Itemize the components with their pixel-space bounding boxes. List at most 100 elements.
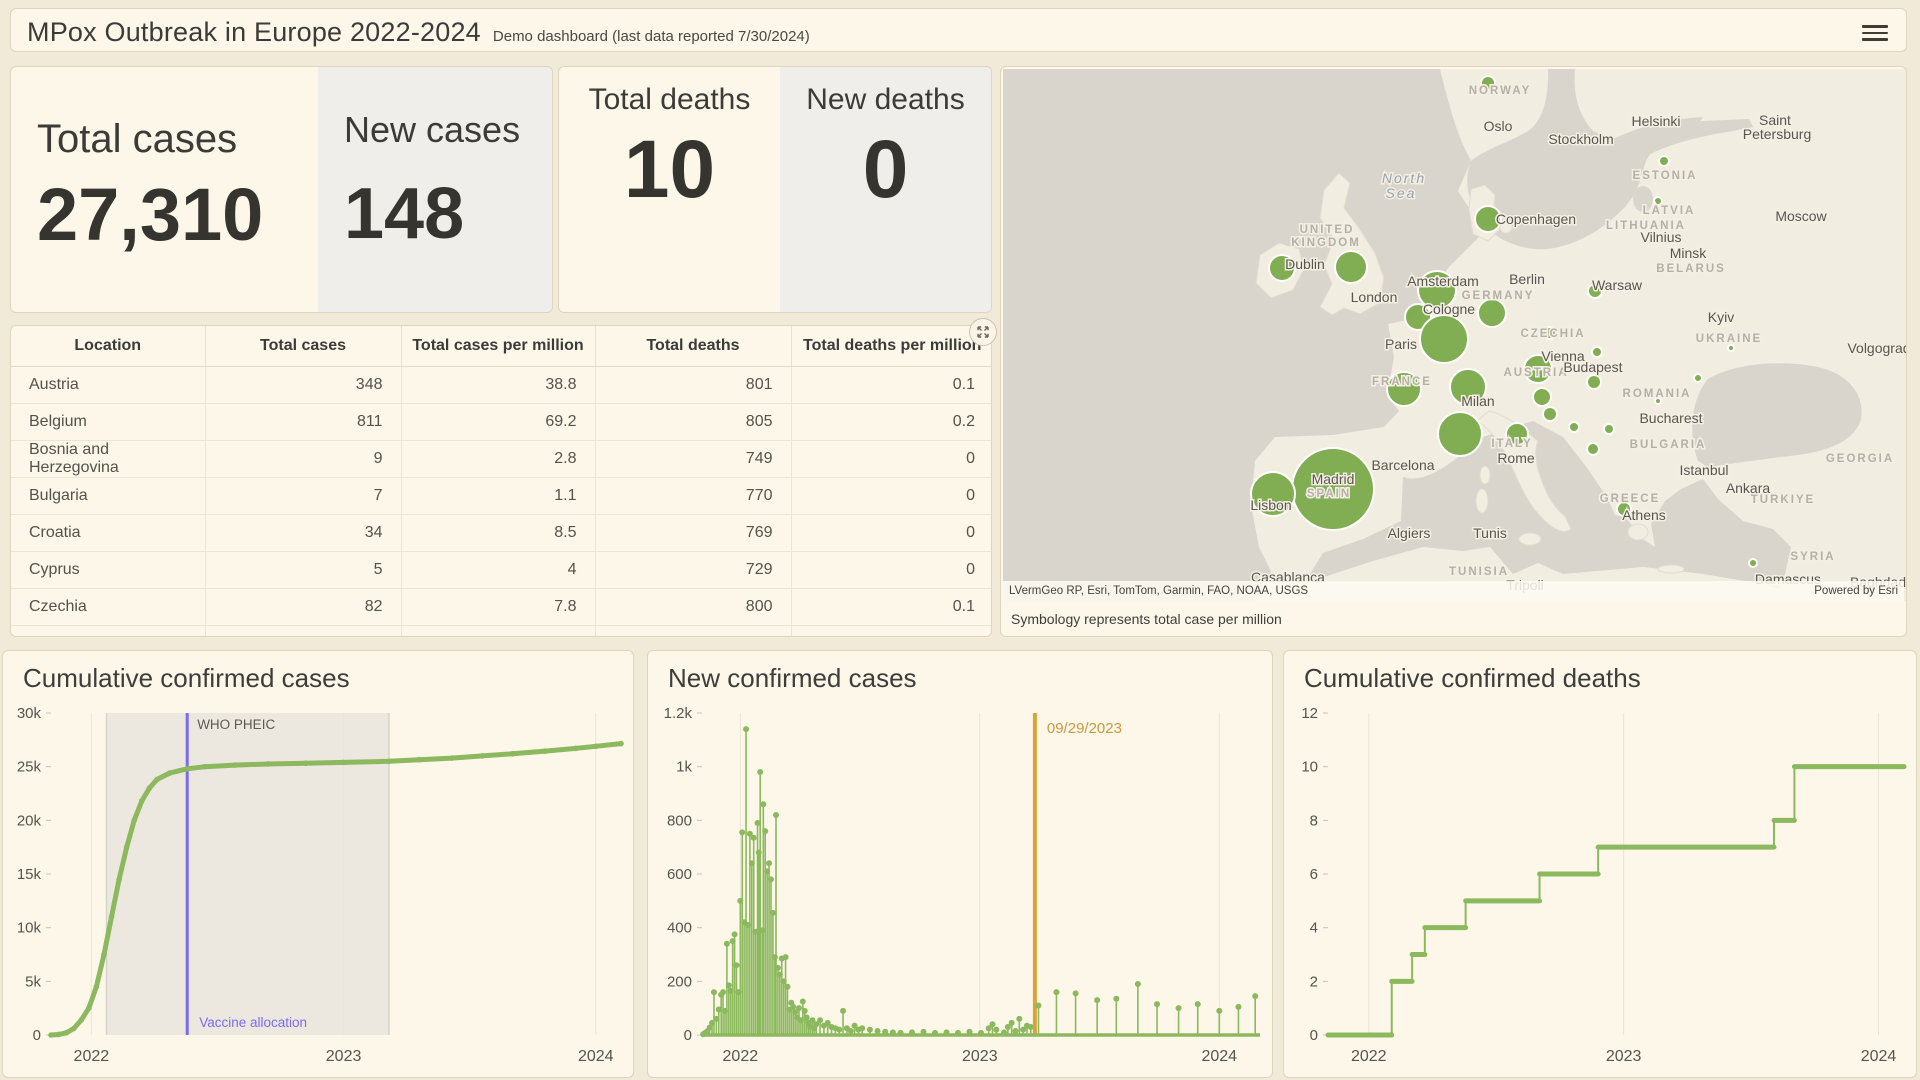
location-cell: Croatia bbox=[11, 515, 205, 552]
case-bubble[interactable] bbox=[1694, 374, 1702, 382]
country-label: UKRAINE bbox=[1696, 333, 1762, 345]
case-bubble[interactable] bbox=[1569, 422, 1579, 432]
cumulative-cases-chart[interactable]: 20222023202405k10k15k20k25k30kWHO PHEICV… bbox=[3, 651, 633, 1077]
new-cases-chart[interactable]: 20222023202402004006008001k1.2k09/29/202… bbox=[648, 651, 1272, 1077]
case-bubble[interactable] bbox=[1543, 407, 1557, 421]
stat-value: 27,310 bbox=[37, 172, 318, 257]
case-bubble[interactable] bbox=[1654, 197, 1662, 205]
city-label: Petersburg bbox=[1743, 126, 1811, 142]
case-bubble[interactable] bbox=[1587, 375, 1601, 389]
svg-text:20k: 20k bbox=[17, 812, 42, 829]
value-cell: 729 bbox=[595, 552, 791, 589]
hamburger-menu-icon[interactable] bbox=[1862, 21, 1888, 41]
table-expand-button[interactable] bbox=[969, 318, 997, 346]
country-label: BELARUS bbox=[1656, 263, 1726, 275]
map-panel: NorthSeaNORWAYESTONIALATVIALITHUANIABELA… bbox=[1000, 66, 1907, 637]
city-label: Amsterdam bbox=[1407, 273, 1479, 289]
case-bubble[interactable] bbox=[1478, 299, 1506, 327]
case-bubble[interactable] bbox=[1604, 424, 1614, 434]
table-row[interactable]: Denmark29334.28010 bbox=[11, 626, 992, 638]
value-cell: 805 bbox=[595, 404, 791, 441]
value-cell: 34 bbox=[205, 515, 401, 552]
value-cell: 9 bbox=[205, 441, 401, 478]
water-label: Sea bbox=[1386, 185, 1417, 201]
stats-panel-cases: Total cases 27,310 New cases 148 bbox=[10, 66, 553, 313]
value-cell: 0.2 bbox=[791, 404, 992, 441]
value-cell: 770 bbox=[595, 478, 791, 515]
cumulative-deaths-chart[interactable]: 202220232024024681012 bbox=[1284, 651, 1916, 1077]
value-cell: 4 bbox=[401, 552, 595, 589]
country-label: CZECHIA bbox=[1520, 328, 1585, 340]
table-row[interactable]: Bosnia and Herzegovina92.87490 bbox=[11, 441, 992, 478]
case-bubble[interactable] bbox=[1335, 251, 1367, 283]
case-bubble[interactable] bbox=[1749, 559, 1757, 567]
header-bar: MPox Outbreak in Europe 2022-2024 Demo d… bbox=[10, 8, 1907, 52]
stat-card-total-cases: Total cases 27,310 bbox=[11, 67, 318, 312]
stat-value: 0 bbox=[780, 123, 991, 217]
stat-label: Total deaths bbox=[559, 83, 780, 117]
table-row[interactable]: Belgium81169.28050.2 bbox=[11, 404, 992, 441]
svg-text:10: 10 bbox=[1301, 759, 1318, 776]
country-label: TUNISIA bbox=[1449, 566, 1509, 578]
table-header-row: LocationTotal casesTotal cases per milli… bbox=[11, 326, 992, 367]
country-label: LATVIA bbox=[1643, 205, 1696, 217]
city-label: Tunis bbox=[1473, 525, 1507, 541]
stat-card-new-cases: New cases 148 bbox=[318, 67, 552, 312]
country-label: AUSTRIA bbox=[1503, 367, 1568, 379]
country-label: FRANCE bbox=[1372, 376, 1432, 388]
country-label: GEORGIA bbox=[1826, 453, 1894, 465]
table-row[interactable]: Croatia348.57690 bbox=[11, 515, 992, 552]
table-row[interactable]: Austria34838.88010.1 bbox=[11, 367, 992, 404]
svg-text:200: 200 bbox=[667, 973, 692, 990]
powered-by-esri: Powered by Esri bbox=[1814, 585, 1898, 597]
city-label: Algiers bbox=[1388, 525, 1431, 541]
location-cell: Austria bbox=[11, 367, 205, 404]
svg-text:2023: 2023 bbox=[1606, 1048, 1642, 1065]
case-bubble[interactable] bbox=[1728, 345, 1734, 351]
svg-text:09/29/2023: 09/29/2023 bbox=[1047, 720, 1122, 737]
city-label: Istanbul bbox=[1679, 462, 1728, 478]
country-label: BULGARIA bbox=[1630, 439, 1707, 451]
cumulative-cases-panel: Cumulative confirmed cases 2022202320240… bbox=[2, 650, 634, 1078]
map-attribution-bar: LVermGeo RP, Esri, TomTom, Garmin, FAO, … bbox=[1003, 581, 1904, 601]
value-cell: 0.1 bbox=[791, 367, 992, 404]
svg-text:2: 2 bbox=[1310, 973, 1318, 990]
case-bubble[interactable] bbox=[1659, 156, 1669, 166]
table-row[interactable]: Bulgaria71.17700 bbox=[11, 478, 992, 515]
svg-text:1k: 1k bbox=[676, 759, 692, 776]
svg-text:Vaccine allocation: Vaccine allocation bbox=[199, 1015, 307, 1030]
svg-text:8: 8 bbox=[1310, 812, 1318, 829]
case-bubble[interactable] bbox=[1533, 388, 1551, 406]
value-cell: 811 bbox=[205, 404, 401, 441]
country-label: KINGDOM bbox=[1291, 237, 1361, 249]
location-cell: Cyprus bbox=[11, 552, 205, 589]
city-label: Cologne bbox=[1423, 301, 1475, 317]
case-bubble[interactable] bbox=[1420, 315, 1468, 363]
table-row[interactable]: Cyprus547290 bbox=[11, 552, 992, 589]
case-bubble[interactable] bbox=[1587, 443, 1599, 455]
country-label: NORWAY bbox=[1469, 85, 1532, 97]
map-attribution: LVermGeo RP, Esri, TomTom, Garmin, FAO, … bbox=[1009, 585, 1308, 597]
svg-text:15k: 15k bbox=[17, 866, 42, 883]
svg-text:2024: 2024 bbox=[578, 1048, 614, 1065]
country-label: ROMANIA bbox=[1623, 388, 1692, 400]
city-label: Rome bbox=[1497, 450, 1535, 466]
value-cell: 800 bbox=[595, 589, 791, 626]
location-cell: Belgium bbox=[11, 404, 205, 441]
table-row[interactable]: Czechia827.88000.1 bbox=[11, 589, 992, 626]
case-bubble[interactable] bbox=[1438, 412, 1482, 456]
stat-label: New cases bbox=[344, 109, 552, 151]
svg-text:5k: 5k bbox=[25, 973, 41, 990]
city-label: Lisbon bbox=[1250, 497, 1291, 513]
svg-text:4: 4 bbox=[1310, 920, 1318, 937]
table-column-header: Total cases per million bbox=[401, 326, 595, 367]
value-cell: 38.8 bbox=[401, 367, 595, 404]
country-label: UNITED bbox=[1300, 224, 1355, 236]
svg-text:10k: 10k bbox=[17, 920, 42, 937]
table-column-header: Total deaths bbox=[595, 326, 791, 367]
svg-text:2022: 2022 bbox=[723, 1048, 759, 1065]
country-label: ITALY bbox=[1491, 438, 1532, 450]
europe-bubble-map[interactable]: NorthSeaNORWAYESTONIALATVIALITHUANIABELA… bbox=[1003, 69, 1906, 601]
location-cell: Bosnia and Herzegovina bbox=[11, 441, 205, 478]
case-bubble[interactable] bbox=[1592, 347, 1602, 357]
